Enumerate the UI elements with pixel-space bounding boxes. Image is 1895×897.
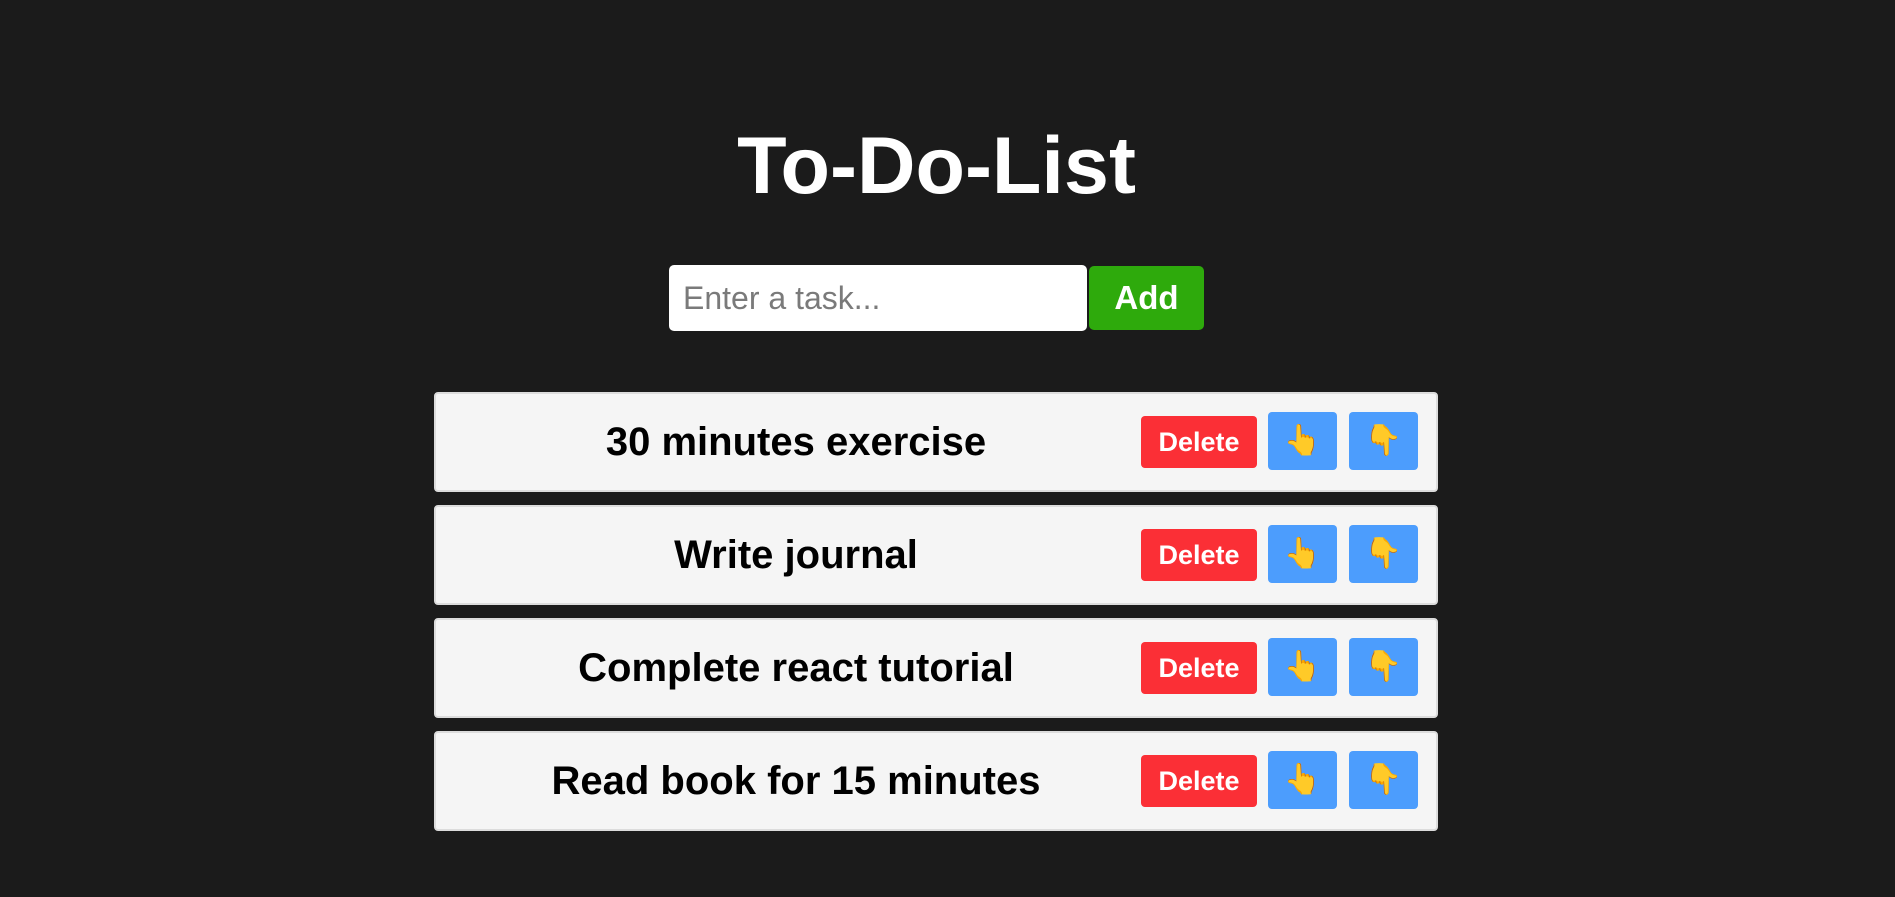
task-text: Read book for 15 minutes — [551, 759, 1041, 803]
pointing-up-hand-icon: 👆 — [1283, 537, 1322, 570]
task-text: Complete react tutorial — [578, 646, 1014, 690]
pointing-up-hand-icon: 👆 — [1283, 424, 1322, 457]
move-down-button[interactable]: 👇 — [1349, 751, 1418, 809]
task-input[interactable] — [669, 265, 1087, 331]
delete-button[interactable]: Delete — [1141, 755, 1257, 807]
list-item: Complete react tutorial Delete 👆 👇 — [434, 618, 1438, 718]
task-text: 30 minutes exercise — [605, 420, 987, 464]
page-title: To-Do-List — [737, 121, 1136, 211]
move-down-button[interactable]: 👇 — [1349, 638, 1418, 696]
pointing-down-hand-icon: 👇 — [1364, 537, 1403, 570]
list-item: 30 minutes exercise Delete 👆 👇 — [434, 392, 1438, 492]
add-task-form: Add — [669, 265, 1204, 331]
move-down-button[interactable]: 👇 — [1349, 525, 1418, 583]
pointing-up-hand-icon: 👆 — [1283, 763, 1322, 796]
delete-button[interactable]: Delete — [1141, 642, 1257, 694]
pointing-up-hand-icon: 👆 — [1283, 650, 1322, 683]
task-list: 30 minutes exercise Delete 👆 👇 Write jou… — [434, 392, 1438, 844]
move-up-button[interactable]: 👆 — [1268, 412, 1337, 470]
delete-button[interactable]: Delete — [1141, 416, 1257, 468]
move-down-button[interactable]: 👇 — [1349, 412, 1418, 470]
pointing-down-hand-icon: 👇 — [1364, 763, 1403, 796]
pointing-down-hand-icon: 👇 — [1364, 424, 1403, 457]
move-up-button[interactable]: 👆 — [1268, 751, 1337, 809]
pointing-down-hand-icon: 👇 — [1364, 650, 1403, 683]
add-button[interactable]: Add — [1089, 266, 1204, 330]
move-up-button[interactable]: 👆 — [1268, 638, 1337, 696]
list-item: Read book for 15 minutes Delete 👆 👇 — [434, 731, 1438, 831]
list-item: Write journal Delete 👆 👇 — [434, 505, 1438, 605]
todo-app: To-Do-List Add 30 minutes exercise Delet… — [0, 0, 1895, 897]
move-up-button[interactable]: 👆 — [1268, 525, 1337, 583]
task-text: Write journal — [674, 533, 918, 577]
delete-button[interactable]: Delete — [1141, 529, 1257, 581]
